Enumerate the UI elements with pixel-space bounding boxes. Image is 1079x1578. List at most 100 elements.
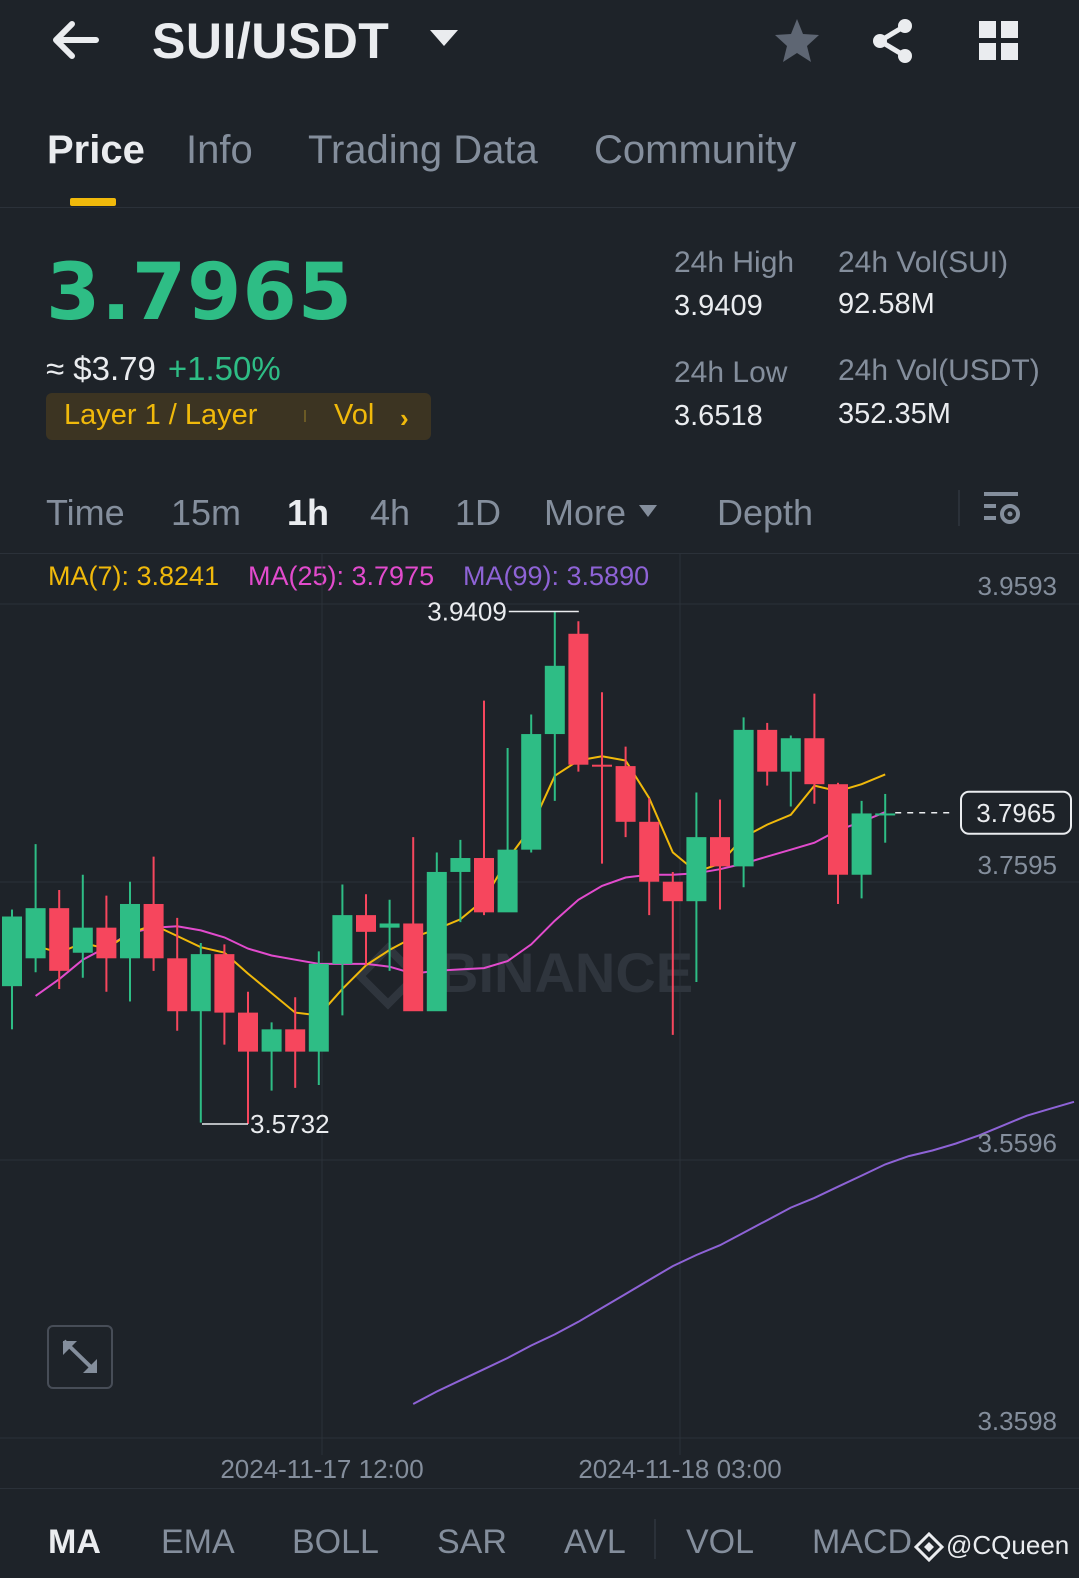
candle-body	[780, 738, 801, 772]
tab-trading-data[interactable]: Trading Data	[308, 128, 538, 173]
candle-body	[238, 1012, 258, 1052]
candle-body	[72, 927, 93, 953]
candle-body	[497, 849, 518, 913]
indicator-macd[interactable]: MACD	[812, 1523, 912, 1562]
y-axis-tick: 3.3598	[977, 1406, 1057, 1436]
candle-body	[308, 963, 329, 1052]
candle	[426, 852, 447, 1012]
vol-quote-label: 24h Vol(USDT)	[838, 354, 1040, 387]
candle	[521, 714, 542, 853]
low-label: 24h Low	[674, 356, 788, 389]
indicator-vol[interactable]: VOL	[686, 1523, 754, 1562]
candle-body	[733, 729, 754, 867]
candle-body	[710, 837, 730, 867]
candle-body	[49, 908, 70, 971]
candle	[120, 881, 140, 1002]
vol-quote-value: 352.35M	[838, 398, 951, 430]
x-axis-tick: 2024-11-18 03:00	[578, 1454, 781, 1484]
candle-body	[592, 764, 612, 767]
candle	[875, 793, 896, 843]
candle	[710, 799, 730, 910]
indicator-sar[interactable]: SAR	[437, 1523, 507, 1562]
candle-body	[261, 1029, 282, 1052]
back-arrow-icon[interactable]	[48, 14, 104, 66]
candle-body	[851, 813, 872, 875]
candle	[544, 611, 565, 801]
high-label: 24h High	[674, 246, 795, 279]
caret-down-icon[interactable]	[638, 504, 658, 518]
expand-chart-button[interactable]	[47, 1325, 113, 1389]
candlestick-chart[interactable]: BINANCE 3.9593 3.7595 3.5596 3.3598 2024-11-…	[0, 554, 1079, 1488]
candle-body	[615, 766, 636, 822]
low-value: 3.6518	[674, 400, 763, 432]
interval-bar: Time 15m 1h 4h 1D More Depth	[0, 480, 1079, 554]
category-tag[interactable]: Layer 1 / Layer Vol ›	[46, 393, 431, 440]
candle-body	[474, 858, 494, 913]
candle	[828, 782, 848, 904]
tab-price[interactable]: Price	[47, 128, 145, 173]
candle-body	[214, 954, 235, 1013]
chevron-right-icon: ›	[400, 403, 409, 433]
pair-title[interactable]: SUI/USDT	[152, 12, 389, 70]
indicator-boll[interactable]: BOLL	[292, 1523, 379, 1562]
candle-body	[639, 821, 660, 882]
interval-1h[interactable]: 1h	[287, 492, 329, 534]
star-icon[interactable]	[772, 16, 822, 66]
candle	[25, 844, 46, 973]
chart-settings-icon[interactable]	[982, 488, 1022, 528]
candle	[96, 895, 117, 992]
candle	[190, 942, 211, 1123]
high-value: 3.9409	[674, 290, 763, 322]
interval-more[interactable]: More	[544, 492, 626, 534]
interval-depth[interactable]: Depth	[717, 492, 813, 534]
vol-base-label: 24h Vol(SUI)	[838, 246, 1009, 279]
candle	[474, 700, 494, 916]
candle	[356, 894, 376, 966]
binance-logo-icon	[914, 1532, 944, 1562]
candle-body	[25, 908, 46, 959]
candle	[733, 717, 754, 888]
price-change: +1.50%	[167, 350, 281, 387]
tab-community[interactable]: Community	[594, 128, 796, 173]
share-icon[interactable]	[868, 16, 918, 66]
candle-body	[450, 858, 471, 872]
tab-info[interactable]: Info	[186, 128, 253, 173]
indicator-divider	[654, 1519, 656, 1559]
candle	[238, 991, 258, 1125]
candle-body	[96, 927, 117, 959]
interval-divider	[958, 490, 960, 526]
candle	[261, 1022, 282, 1091]
y-axis-tick: 3.9593	[977, 571, 1057, 601]
candle	[851, 800, 872, 899]
interval-1d[interactable]: 1D	[455, 492, 501, 534]
candle-body	[190, 954, 211, 1012]
candle	[2, 909, 22, 1030]
candle-body	[403, 923, 424, 1012]
y-axis-tick: 3.5596	[977, 1128, 1057, 1158]
interval-time[interactable]: Time	[46, 492, 125, 534]
grid-icon[interactable]	[974, 16, 1024, 66]
caret-down-icon[interactable]	[428, 26, 460, 50]
candle-body	[285, 1029, 306, 1052]
user-watermark: @CQueen	[946, 1530, 1070, 1560]
category-label: Layer 1 / Layer	[64, 399, 258, 431]
min-price-label: 3.5732	[250, 1109, 330, 1139]
interval-15m[interactable]: 15m	[171, 492, 241, 534]
candle	[403, 837, 424, 1012]
top-bar: SUI/USDT	[0, 0, 1079, 90]
candle-body	[167, 958, 188, 1012]
candle	[592, 692, 612, 864]
category-sort: Vol	[334, 399, 375, 431]
indicator-avl[interactable]: AVL	[564, 1523, 626, 1562]
indicator-ema[interactable]: EMA	[161, 1523, 235, 1562]
usd-price: ≈ $3.79	[46, 350, 156, 387]
interval-4h[interactable]: 4h	[370, 492, 410, 534]
expand-icon	[62, 1339, 97, 1373]
candle-body	[356, 915, 376, 932]
active-tab-indicator	[70, 198, 116, 206]
candle	[568, 621, 589, 772]
max-price-label: 3.9409	[427, 596, 507, 626]
candle-body	[875, 813, 896, 816]
indicator-ma[interactable]: MA	[48, 1523, 101, 1562]
tag-divider	[304, 410, 306, 422]
